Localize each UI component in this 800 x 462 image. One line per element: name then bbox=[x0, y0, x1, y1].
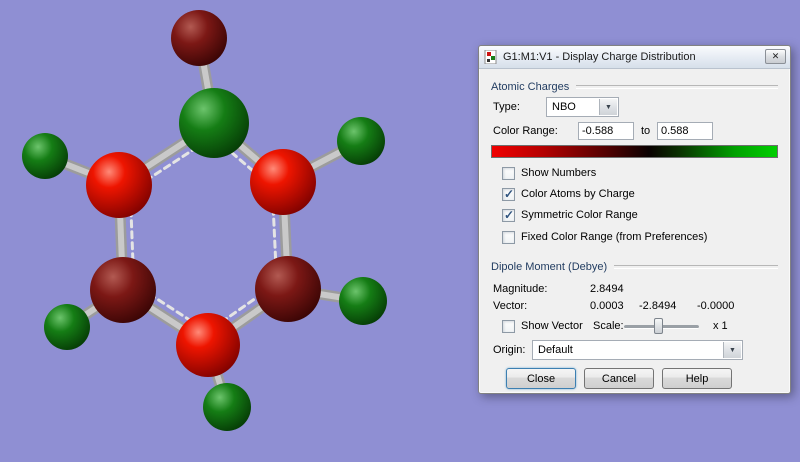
symmetric-range-checkbox[interactable] bbox=[502, 208, 515, 222]
aromatic-dash bbox=[129, 208, 135, 266]
fixed-range-label: Fixed Color Range (from Preferences) bbox=[521, 231, 708, 243]
show-numbers-checkbox[interactable] bbox=[502, 167, 515, 180]
symmetric-range-label: Symmetric Color Range bbox=[521, 209, 638, 221]
atom-green[interactable] bbox=[44, 304, 90, 350]
to-label: to bbox=[641, 125, 651, 137]
color-range-label: Color Range: bbox=[493, 125, 558, 137]
vector-z-value: -0.0000 bbox=[697, 300, 735, 312]
atom-green[interactable] bbox=[337, 117, 385, 165]
atom-green[interactable] bbox=[179, 88, 249, 158]
atom-red[interactable] bbox=[250, 149, 316, 215]
atom-red[interactable] bbox=[86, 152, 152, 218]
show-vector-label: Show Vector bbox=[521, 320, 583, 332]
origin-value: Default bbox=[538, 344, 573, 356]
close-icon[interactable]: ✕ bbox=[765, 49, 786, 64]
atom-green[interactable] bbox=[22, 133, 68, 179]
atom-darkred[interactable] bbox=[90, 257, 156, 323]
color-min-input[interactable] bbox=[578, 122, 634, 140]
origin-label: Origin: bbox=[493, 344, 526, 356]
dipole-heading: Dipole Moment (Debye) bbox=[491, 260, 778, 274]
dialog-body: Atomic Charges Type: NBO ▼ Color Range: … bbox=[479, 68, 790, 393]
close-button[interactable]: Close bbox=[506, 368, 576, 389]
scene: G1:M1:V1 - Display Charge Distribution ✕… bbox=[0, 0, 800, 462]
color-atoms-checkbox[interactable] bbox=[502, 187, 515, 201]
chevron-down-icon[interactable]: ▼ bbox=[723, 342, 741, 358]
magnitude-value: 2.8494 bbox=[590, 283, 624, 295]
vector-label: Vector: bbox=[493, 300, 528, 312]
atom-darkred[interactable] bbox=[171, 10, 227, 66]
chevron-down-icon[interactable]: ▼ bbox=[599, 99, 617, 115]
magnitude-label: Magnitude: bbox=[493, 283, 548, 295]
atom-red[interactable] bbox=[176, 313, 240, 377]
charge-distribution-dialog: G1:M1:V1 - Display Charge Distribution ✕… bbox=[478, 45, 791, 394]
scale-slider[interactable] bbox=[624, 318, 699, 334]
scale-label: Scale: bbox=[593, 320, 624, 332]
vector-y-value: -2.8494 bbox=[639, 300, 677, 312]
dialog-icon bbox=[484, 50, 497, 64]
fixed-range-checkbox[interactable] bbox=[502, 231, 515, 244]
vector-x-value: 0.0003 bbox=[590, 300, 624, 312]
aromatic-dash bbox=[271, 206, 278, 266]
scale-value: x 1 bbox=[713, 320, 728, 332]
type-label: Type: bbox=[493, 101, 520, 113]
type-value: NBO bbox=[552, 101, 576, 113]
scale-slider-thumb[interactable] bbox=[654, 318, 663, 334]
origin-combobox[interactable]: Default ▼ bbox=[532, 340, 743, 360]
atom-green[interactable] bbox=[203, 383, 251, 431]
charge-gradient-bar bbox=[491, 145, 778, 158]
atomic-charges-heading: Atomic Charges bbox=[491, 80, 778, 94]
dialog-titlebar[interactable]: G1:M1:V1 - Display Charge Distribution ✕ bbox=[479, 46, 790, 69]
color-atoms-label: Color Atoms by Charge bbox=[521, 188, 635, 200]
help-button[interactable]: Help bbox=[662, 368, 732, 389]
cancel-button[interactable]: Cancel bbox=[584, 368, 654, 389]
type-combobox[interactable]: NBO ▼ bbox=[546, 97, 619, 117]
dialog-title: G1:M1:V1 - Display Charge Distribution bbox=[503, 51, 696, 63]
atom-darkred[interactable] bbox=[255, 256, 321, 322]
atom-green[interactable] bbox=[339, 277, 387, 325]
color-max-input[interactable] bbox=[657, 122, 713, 140]
show-numbers-label: Show Numbers bbox=[521, 167, 597, 179]
show-vector-checkbox[interactable] bbox=[502, 320, 515, 333]
